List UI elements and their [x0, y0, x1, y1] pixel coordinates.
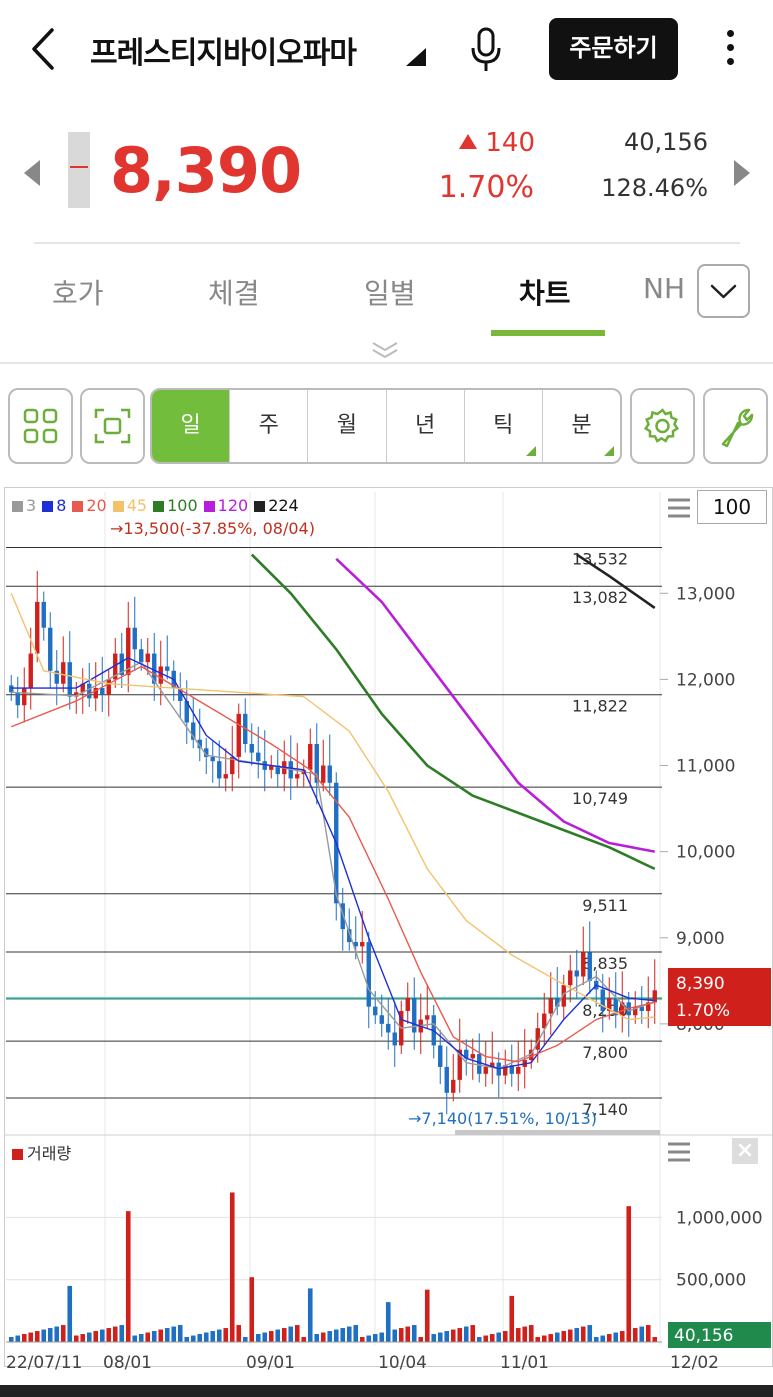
moving-average-legend: 3 8 20 45 100 120 224 — [12, 496, 305, 515]
stock-name[interactable]: 프레스티지바이오파마 — [90, 28, 357, 72]
active-tab-indicator — [491, 330, 605, 336]
wrench-icon — [721, 408, 754, 448]
tab-nh[interactable]: NH — [643, 272, 685, 305]
system-nav-bar — [0, 1385, 773, 1397]
legend-swatch — [72, 501, 84, 512]
legend-item-ma224: 224 — [254, 496, 299, 515]
price-change-pct: 1.70% — [438, 170, 534, 205]
period-tick[interactable]: 틱 — [465, 390, 543, 462]
next-stock-arrow-icon[interactable] — [734, 160, 750, 186]
legend-swatch — [254, 501, 266, 512]
volume-legend-swatch — [12, 1149, 23, 1160]
period-selector: 일 주 월 년 틱 분 — [150, 388, 622, 464]
legend-label: 224 — [268, 496, 299, 515]
prev-stock-arrow-icon[interactable] — [24, 160, 40, 186]
order-button[interactable]: 주문하기 — [549, 18, 678, 80]
legend-swatch — [12, 501, 23, 512]
period-minute-label: 분 — [571, 413, 592, 438]
tab-orderbook[interactable]: 호가 — [52, 272, 104, 312]
chart-settings-button[interactable] — [630, 388, 695, 464]
trade-volume: 40,156 — [624, 128, 708, 156]
divider — [34, 242, 740, 244]
indicator-menu-icon[interactable] — [668, 496, 690, 520]
legend-item-ma3: 3 — [12, 496, 36, 515]
top-bar: 프레스티지바이오파마 주문하기 — [0, 0, 773, 100]
legend-item-ma8: 8 — [42, 496, 66, 515]
gear-icon — [643, 408, 680, 443]
current-price: 8,390 — [110, 134, 302, 207]
period-week[interactable]: 주 — [230, 390, 309, 462]
period-week-label: 주 — [258, 413, 279, 438]
legend-item-ma120: 120 — [203, 496, 249, 515]
microphone-icon[interactable] — [466, 26, 506, 74]
quote-panel: 8,390 140 1.70% 40,156 128.46% — [0, 110, 773, 240]
layout-grid-button[interactable] — [8, 388, 73, 464]
volume-rate: 128.46% — [601, 174, 708, 202]
chevron-down-icon — [710, 284, 737, 299]
legend-swatch — [203, 501, 215, 512]
collapse-chevron-icon[interactable] — [370, 340, 400, 360]
legend-label: 100 — [167, 496, 198, 515]
chart-area[interactable] — [4, 487, 773, 1367]
close-volume-pane-icon[interactable]: × — [732, 1138, 758, 1164]
more-options-icon[interactable] — [718, 26, 742, 72]
grid-icon — [23, 408, 58, 444]
back-arrow-icon[interactable] — [28, 26, 58, 72]
legend-swatch — [42, 501, 54, 512]
price-change-value: 140 — [485, 128, 535, 158]
period-day-label: 일 — [180, 413, 201, 438]
legend-label: 45 — [126, 496, 148, 515]
period-tick-label: 틱 — [493, 413, 514, 438]
period-year-label: 년 — [414, 413, 436, 438]
chart-tools-button[interactable] — [703, 388, 768, 464]
tab-daily[interactable]: 일별 — [364, 272, 416, 312]
period-day[interactable]: 일 — [152, 390, 231, 462]
tab-bar: 호가 체결 일별 차트 NH — [0, 262, 773, 342]
legend-item-ma100: 100 — [153, 496, 198, 515]
legend-label: 120 — [217, 496, 249, 515]
legend-label: 20 — [86, 496, 107, 515]
mini-candle-icon — [68, 132, 90, 208]
tab-more-button[interactable] — [697, 264, 750, 318]
up-triangle-icon — [459, 134, 478, 149]
price-change: 140 — [455, 128, 535, 158]
stock-dropdown-caret-icon[interactable] — [406, 48, 426, 66]
period-minute[interactable]: 분 — [543, 390, 620, 462]
fullscreen-button[interactable] — [80, 388, 145, 464]
tab-trades[interactable]: 체결 — [208, 272, 260, 312]
legend-swatch — [112, 501, 124, 512]
period-year[interactable]: 년 — [387, 390, 465, 462]
volume-menu-icon[interactable] — [668, 1140, 690, 1164]
legend-swatch — [153, 501, 165, 512]
legend-item-ma45: 45 — [112, 496, 148, 515]
period-count-input[interactable]: 100 — [697, 490, 767, 524]
volume-legend-label: 거래량 — [27, 1144, 72, 1163]
legend-label: 8 — [56, 496, 67, 515]
period-month[interactable]: 월 — [308, 390, 387, 462]
volume-legend: 거래량 — [12, 1140, 71, 1164]
tab-chart[interactable]: 차트 — [519, 272, 571, 312]
period-month-label: 월 — [336, 413, 358, 438]
legend-label: 3 — [26, 496, 37, 515]
legend-item-ma20: 20 — [72, 496, 107, 515]
divider — [0, 362, 773, 364]
fullscreen-icon — [94, 408, 131, 444]
